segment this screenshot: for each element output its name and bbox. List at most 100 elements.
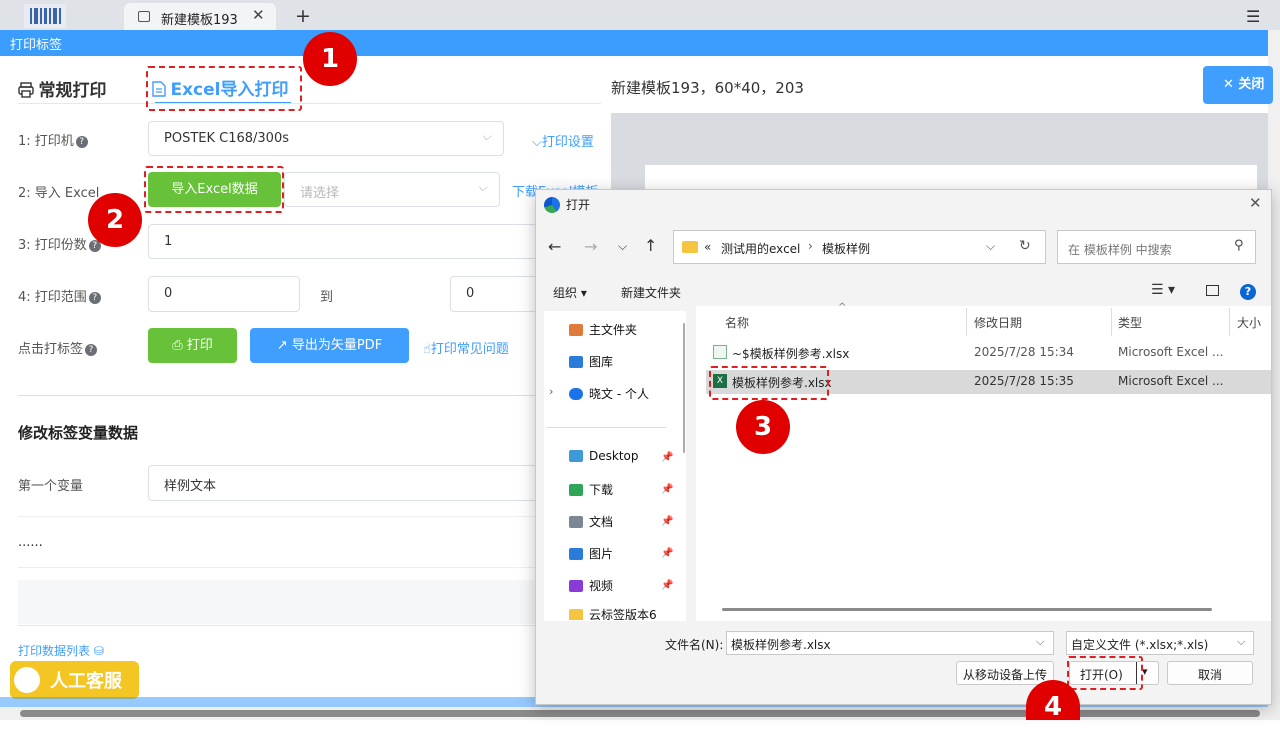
excel-sheet-select[interactable]: 请选择 ⌵ — [284, 172, 500, 207]
menu-icon[interactable]: ☰ — [1246, 7, 1260, 26]
tab-normal-print[interactable]: 常规打印 — [18, 76, 106, 101]
printer-select[interactable]: POSTEK C168/300s ⌵ — [148, 121, 504, 156]
forward-arrow-icon[interactable]: → — [584, 237, 597, 256]
range-from-input[interactable]: 0 — [148, 276, 300, 312]
printer-value: POSTEK C168/300s — [164, 131, 289, 146]
window-titlebar: 打印标签 — [0, 30, 1268, 56]
filter-value: 自定义文件 (*.xlsx;*.xls) — [1071, 638, 1209, 652]
new-tab-button[interactable]: + — [295, 6, 311, 26]
close-x-icon: ✕ — [1223, 77, 1239, 92]
copies-input[interactable]: 1 — [148, 224, 548, 259]
nav-item-desktop[interactable]: Desktop — [569, 449, 639, 463]
nav-item-onedrive[interactable]: 晓文 - 个人 — [569, 385, 649, 402]
column-divider — [1111, 308, 1112, 336]
column-type[interactable]: 类型 — [1118, 314, 1142, 331]
nav-item-gallery[interactable]: 图库 — [569, 353, 613, 370]
file-date: 2025/7/28 15:35 — [974, 374, 1074, 388]
headset-icon — [14, 667, 40, 693]
upload-label: 从移动设备上传 — [963, 668, 1048, 682]
recent-dropdown-icon[interactable]: ⌵ — [618, 239, 627, 254]
cancel-button[interactable]: 取消 — [1167, 661, 1253, 685]
browser-tab-title: 新建模板193 — [161, 13, 238, 28]
template-info: 新建模板193，60*40，203 — [611, 79, 804, 97]
close-button-label: 关闭 — [1238, 77, 1265, 92]
faq-link[interactable]: ☝打印常见问题 — [423, 338, 509, 357]
select-placeholder: 请选择 — [300, 186, 340, 201]
column-name[interactable]: 名称 — [725, 314, 749, 331]
breadcrumb-item-templates[interactable]: 模板样例 — [822, 240, 870, 257]
nav-item-pictures[interactable]: 图片 — [569, 545, 613, 562]
back-arrow-icon[interactable]: ← — [548, 237, 561, 256]
section-divider — [18, 395, 538, 396]
chevron-right-icon[interactable]: › — [549, 385, 553, 398]
export-arrow-icon: ↗ — [276, 338, 292, 353]
file-type-filter[interactable]: 自定义文件 (*.xlsx;*.xls) ⌵ — [1066, 631, 1254, 655]
browser-tab[interactable]: 新建模板193 ✕ — [124, 3, 276, 30]
more-variables: ...... — [18, 535, 43, 550]
picture-icon — [569, 548, 583, 560]
close-button[interactable]: ✕ 关闭 — [1203, 66, 1273, 104]
navigation-pane — [544, 311, 686, 621]
step-badge-1: 1 — [303, 32, 357, 86]
file-list-scrollbar[interactable] — [722, 608, 1212, 611]
step-badge-2: 2 — [88, 193, 142, 247]
upload-from-device-button[interactable]: 从移动设备上传 — [956, 661, 1054, 685]
excel-file-icon — [713, 345, 727, 359]
column-size[interactable]: 大小 — [1237, 314, 1261, 331]
view-options-icon[interactable]: ☰ ▾ — [1151, 282, 1175, 298]
breadcrumb-overflow[interactable]: « — [704, 240, 711, 254]
download-icon — [569, 484, 583, 496]
chevron-down-icon[interactable]: ⌵ — [1036, 635, 1044, 649]
nav-item-folder[interactable]: 云标签版本6 — [569, 606, 657, 620]
pin-icon: 📌 — [661, 548, 674, 559]
print-settings-link[interactable]: ⌵打印设置 — [532, 131, 594, 150]
new-folder-button[interactable]: 新建文件夹 — [621, 284, 681, 301]
organize-menu[interactable]: 组织 ▾ — [553, 284, 587, 301]
refresh-icon[interactable]: ↻ — [1019, 238, 1031, 254]
file-date: 2025/7/28 15:34 — [974, 345, 1074, 359]
database-icon: ⛁ — [90, 644, 104, 658]
annotation-box-3 — [709, 366, 829, 400]
first-variable-label: 第一个变量 — [18, 479, 84, 494]
print-button[interactable]: ⎙ 打印 — [148, 328, 237, 363]
first-variable-input[interactable]: 样例文本 — [148, 465, 548, 501]
file-name: ~$模板样例参考.xlsx — [732, 347, 850, 361]
document-icon — [569, 516, 583, 528]
dialog-close-icon[interactable]: ✕ — [1249, 194, 1262, 212]
step-badge-3: 3 — [736, 400, 790, 454]
nav-scrollbar[interactable] — [683, 323, 685, 453]
print-data-list-link[interactable]: 打印数据列表 ⛁ — [18, 642, 104, 659]
video-icon — [569, 580, 583, 592]
preview-pane-icon[interactable] — [1206, 285, 1219, 296]
filename-label: 文件名(N): — [665, 638, 724, 652]
nav-item-documents[interactable]: 文档 — [569, 513, 613, 530]
tab-divider — [18, 103, 601, 104]
chevron-down-icon[interactable]: ⌵ — [986, 239, 995, 254]
up-arrow-icon[interactable]: ↑ — [644, 236, 657, 255]
customer-service-label: 人工客服 — [50, 671, 122, 692]
pin-icon: 📌 — [661, 484, 674, 495]
thumb-icon: ☝ — [423, 342, 431, 357]
column-date[interactable]: 修改日期 — [974, 314, 1022, 331]
search-box[interactable]: 在 模板样例 中搜索 ⚲ — [1057, 230, 1256, 264]
file-type: Microsoft Excel ... — [1118, 374, 1224, 388]
nav-item-downloads[interactable]: 下载 — [569, 481, 613, 498]
click-print-label: 点击打标签? — [18, 338, 98, 357]
file-row[interactable]: ~$模板样例参考.xlsx 2025/7/28 15:34 Microsoft … — [706, 342, 1271, 364]
chevron-down-icon[interactable]: ⌵ — [1237, 635, 1245, 649]
customer-service-button[interactable]: 人工客服 — [10, 661, 139, 699]
tab-close-icon[interactable]: ✕ — [252, 6, 265, 24]
app-logo — [24, 4, 66, 28]
cloud-icon — [569, 388, 583, 400]
breadcrumb-item-excel[interactable]: 测试用的excel — [721, 240, 800, 257]
export-pdf-button[interactable]: ↗ 导出为矢量PDF — [250, 328, 409, 363]
help-icon[interactable]: ? — [1240, 284, 1256, 300]
help-icon: ? — [75, 136, 88, 148]
nav-item-videos[interactable]: 视频 — [569, 577, 613, 594]
copies-label: 3: 打印份数? — [18, 234, 101, 253]
address-bar[interactable]: « 测试用的excel › 模板样例 ⌵ ↻ — [673, 230, 1046, 264]
annotation-box-4 — [1067, 656, 1143, 690]
nav-item-home[interactable]: 主文件夹 — [569, 321, 637, 338]
chevron-down-icon: ⌵ — [481, 129, 491, 143]
filename-input[interactable]: 模板样例参考.xlsx ⌵ — [726, 631, 1054, 655]
